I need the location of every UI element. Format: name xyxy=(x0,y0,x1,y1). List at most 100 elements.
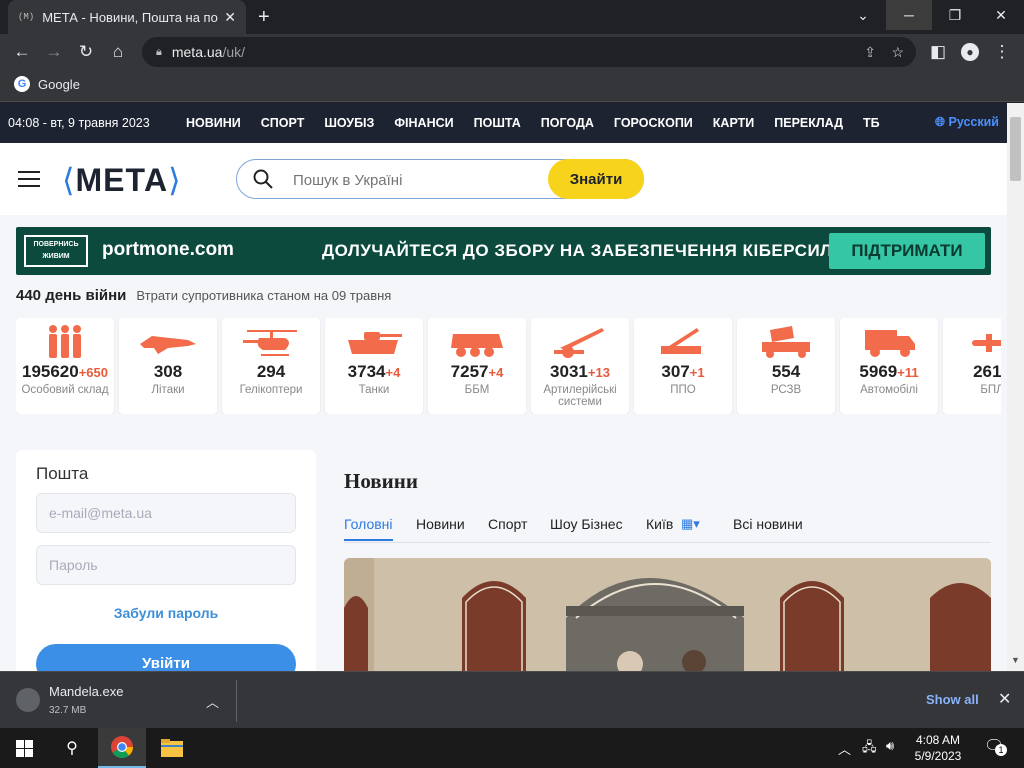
email-field[interactable]: e-mail@meta.ua xyxy=(36,493,296,533)
bookmark-star-icon[interactable]: ☆ xyxy=(891,44,904,61)
loss-value: 2618 xyxy=(943,362,1001,382)
hamburger-menu-icon[interactable] xyxy=(18,171,40,187)
loss-total: 195620 xyxy=(21,362,79,381)
tab-sport[interactable]: Спорт xyxy=(488,516,527,532)
tab-title: МЕТА - Новини, Пошта на порт xyxy=(42,9,219,25)
news-photo[interactable] xyxy=(344,558,991,671)
nav-weather[interactable]: ПОГОДА xyxy=(541,116,594,130)
search-button[interactable]: Знайти xyxy=(548,159,644,199)
loss-value: 195620+650 xyxy=(16,362,114,382)
nav-sport[interactable]: СПОРТ xyxy=(261,116,305,130)
tray-chevron-icon[interactable]: ︿ xyxy=(838,739,851,758)
nav-showbiz[interactable]: ШОУБІЗ xyxy=(324,116,374,130)
login-button[interactable]: Увійти xyxy=(36,644,296,671)
profile-icon[interactable]: ● xyxy=(956,38,984,66)
page-scrollbar[interactable]: ▼ xyxy=(1007,103,1024,671)
tab-all-news[interactable]: Всі новини xyxy=(733,516,803,532)
loss-card[interactable]: 294 Гелікоптери xyxy=(222,318,320,414)
forgot-password-link[interactable]: Забули пароль xyxy=(16,605,316,621)
news-photo-image xyxy=(344,558,991,671)
globe-icon: 🌐︎ xyxy=(934,115,945,129)
download-filename[interactable]: Mandela.exe xyxy=(49,684,123,699)
language-switch[interactable]: 🌐︎ Русский xyxy=(935,115,999,130)
nav-finance[interactable]: ФІНАНСИ xyxy=(394,116,453,130)
password-field[interactable]: Пароль xyxy=(36,545,296,585)
nav-tv[interactable]: ТБ xyxy=(863,116,880,130)
reload-icon[interactable]: ↻ xyxy=(72,38,100,66)
home-icon[interactable]: ⌂ xyxy=(104,38,132,66)
nav-maps[interactable]: КАРТИ xyxy=(713,116,754,130)
loss-value: 308 xyxy=(119,362,217,382)
loss-card[interactable]: 554 РСЗВ xyxy=(737,318,835,414)
restore-button[interactable]: ❐ xyxy=(932,0,978,30)
bookmark-google[interactable]: G Google xyxy=(14,76,80,92)
side-panel-icon[interactable]: ◧ xyxy=(924,38,952,66)
search-input[interactable] xyxy=(293,169,543,191)
nav-mail[interactable]: ПОШТА xyxy=(474,116,521,130)
tab-news[interactable]: Новини xyxy=(416,516,465,532)
loss-label: ППО xyxy=(670,384,696,396)
site-logo[interactable]: ⟨МЕТА⟩ xyxy=(62,161,182,199)
loss-card[interactable]: 307+1 ППО xyxy=(634,318,732,414)
banner-message: ДОЛУЧАЙТЕСЯ ДО ЗБОРУ НА ЗАБЕЗПЕЧЕННЯ КІБ… xyxy=(322,241,873,260)
search-box: Знайти xyxy=(236,159,644,199)
forward-icon[interactable]: → xyxy=(40,38,68,66)
banner-cta-button[interactable]: ПІДТРИМАТИ xyxy=(829,233,985,269)
current-date: 04:08 - вт, 9 травня 2023 xyxy=(8,116,150,130)
network-icon[interactable]: 🖧︎ xyxy=(862,738,877,760)
lock-icon: 🔒︎ xyxy=(156,45,162,58)
war-day: 440 день війни xyxy=(16,287,127,304)
loss-card[interactable]: 3734+4 Танки xyxy=(325,318,423,414)
loss-card[interactable]: 195620+650 Особовий склад xyxy=(16,318,114,414)
chrome-taskbar-button[interactable] xyxy=(98,728,146,768)
city-select-icon[interactable]: ▦▾ xyxy=(681,516,700,532)
notifications-icon[interactable]: 🗨︎ 1 xyxy=(984,736,1007,758)
tab-main[interactable]: Головні xyxy=(344,516,393,541)
loss-label: Танки xyxy=(358,384,390,396)
clock[interactable]: 4:08 AM 5/9/2023 xyxy=(908,732,968,764)
mail-heading: Пошта xyxy=(36,464,89,483)
loss-card[interactable]: 3031+13 Артилерійські системи xyxy=(531,318,629,414)
chevron-up-icon[interactable]: ︿ xyxy=(206,692,219,711)
nav-horoscope[interactable]: ГОРОСКОПИ xyxy=(614,116,693,130)
url-path: /uk/ xyxy=(222,44,246,60)
minimize-button[interactable]: ─ xyxy=(886,0,932,30)
close-tab-icon[interactable]: ✕ xyxy=(224,9,236,26)
nav-news[interactable]: НОВИНИ xyxy=(186,116,241,130)
loss-value: 294 xyxy=(222,362,320,382)
start-button[interactable] xyxy=(0,728,48,768)
back-icon[interactable]: ← xyxy=(8,38,36,66)
download-size: 32.7 MB xyxy=(49,705,87,716)
banner-badge: ПОВЕРНИСЬ ЖИВИМ xyxy=(24,235,88,267)
loss-label: Літаки xyxy=(151,384,185,396)
menu-icon[interactable]: ⋮ xyxy=(988,38,1016,66)
loss-increment: +4 xyxy=(488,365,504,380)
scroll-down-icon[interactable]: ▼ xyxy=(1011,655,1020,665)
nav-links: НОВИНИ СПОРТ ШОУБІЗ ФІНАНСИ ПОШТА ПОГОДА… xyxy=(186,116,900,130)
scrollbar-thumb[interactable] xyxy=(1010,117,1021,181)
loss-card[interactable]: 7257+4 ББМ xyxy=(428,318,526,414)
loss-card[interactable]: 5969+11 Автомобілі xyxy=(840,318,938,414)
clock-time: 4:08 AM xyxy=(915,733,961,747)
close-window-button[interactable]: ✕ xyxy=(978,0,1024,30)
loss-card[interactable]: 2618 БПЛ xyxy=(943,318,1001,414)
google-icon: G xyxy=(14,76,30,92)
loss-total: 5969 xyxy=(859,362,898,381)
search-icon[interactable]: ⚲ xyxy=(48,728,96,768)
ad-banner[interactable]: ПОВЕРНИСЬ ЖИВИМ portmone.com ДОЛУЧАЙТЕСЯ… xyxy=(16,227,991,275)
volume-icon[interactable]: 🔊︎ xyxy=(886,738,894,754)
close-icon[interactable]: ✕ xyxy=(998,689,1011,709)
share-icon[interactable]: ⇪ xyxy=(864,44,876,61)
nav-translate[interactable]: ПЕРЕКЛАД xyxy=(774,116,843,130)
logo-text: МЕТА xyxy=(75,162,169,198)
address-bar[interactable]: 🔒︎ meta.ua/uk/ ⇪ ☆ xyxy=(142,37,916,67)
file-explorer-button[interactable] xyxy=(148,728,196,768)
tab-search-icon[interactable]: ⌄ xyxy=(840,0,886,30)
tab-showbiz[interactable]: Шоу Бізнес xyxy=(550,516,623,532)
browser-tab[interactable]: (M) МЕТА - Новини, Пошта на порт ✕ xyxy=(8,0,246,34)
news-tabs: Головні Новини Спорт Шоу Бізнес Київ ▦▾ … xyxy=(344,515,991,543)
tab-kyiv[interactable]: Київ xyxy=(646,516,673,532)
show-all-button[interactable]: Show all xyxy=(926,692,979,707)
loss-card[interactable]: 308 Літаки xyxy=(119,318,217,414)
new-tab-button[interactable]: + xyxy=(258,6,270,29)
